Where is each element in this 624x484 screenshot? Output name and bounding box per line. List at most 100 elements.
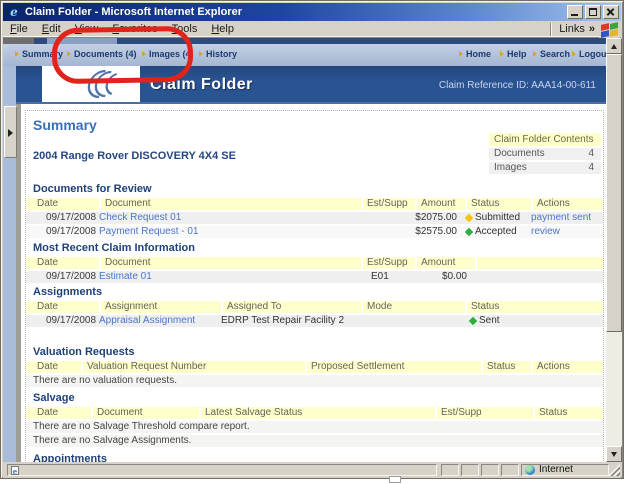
cell-mode <box>361 315 465 327</box>
contents-box-title: Claim Folder Contents <box>489 133 601 146</box>
toolbar-divider <box>550 22 553 36</box>
claim-folder-contents-box: Claim Folder Contents Documents 4 Images 4 <box>489 133 601 174</box>
section-heading-most-recent: Most Recent Claim Information <box>33 242 195 254</box>
ie-icon: e <box>10 5 18 19</box>
table-header-row: Date Valuation Request Number Proposed S… <box>26 361 603 373</box>
scroll-down-button[interactable] <box>606 446 622 462</box>
status-text: Accepted <box>475 226 517 237</box>
menu-edit[interactable]: Edit <box>35 22 68 36</box>
nav-arrow-icon <box>459 51 463 57</box>
action-link[interactable]: payment sent <box>531 212 591 223</box>
menu-view[interactable]: View <box>68 22 106 36</box>
close-button[interactable] <box>603 5 619 19</box>
menu-tools[interactable]: Tools <box>165 22 205 36</box>
status-message-panel: e <box>7 464 437 476</box>
window-title: Claim Folder - Microsoft Internet Explor… <box>25 6 242 18</box>
nav-arrow-icon <box>500 51 504 57</box>
menu-bar: File Edit View Favorites Tools Help Link… <box>3 20 621 38</box>
nav-bar: Summary Documents (4) Images (4) History… <box>3 44 610 66</box>
nav-images[interactable]: Images (4) <box>142 49 194 59</box>
cell-date: 09/17/2008 <box>46 212 97 223</box>
cell-est-supp: E01 <box>371 271 389 282</box>
cell-date: 09/17/2008 <box>46 271 97 282</box>
cell-amount: $2575.00 <box>415 226 457 237</box>
claim-reference-id: Claim Reference ID: AAA14-00-611 <box>438 80 596 91</box>
section-heading-documents-for-review: Documents for Review <box>33 183 152 195</box>
section-heading-assignments: Assignments <box>33 286 103 298</box>
table-row: 09/17/2008 Payment Request - 01 $2575.00… <box>26 226 603 238</box>
table-header-row: Date Document Est/Supp Amount Status Act… <box>26 198 603 210</box>
nav-documents[interactable]: Documents (4) <box>67 49 137 59</box>
security-zone-panel: Internet <box>521 464 609 476</box>
nav-logout[interactable]: Logout <box>572 49 610 59</box>
expand-arrow-icon <box>8 129 13 137</box>
table-row: 09/17/2008 Appraisal Assignment EDRP Tes… <box>26 315 603 327</box>
minimize-button[interactable] <box>567 5 583 19</box>
nav-arrow-icon <box>572 51 576 57</box>
status-text: Sent <box>479 315 500 326</box>
nav-arrow-icon <box>142 51 146 57</box>
scrollbar-thumb[interactable] <box>606 54 622 332</box>
document-link[interactable]: Estimate 01 <box>99 271 152 282</box>
table-row: 09/17/2008 Estimate 01 E01 $0.00 <box>26 271 603 283</box>
status-diamond-icon <box>465 227 474 237</box>
nav-arrow-icon <box>199 51 203 57</box>
status-cell <box>481 464 499 476</box>
document-link[interactable]: Payment Request - 01 <box>99 226 199 237</box>
nav-arrow-icon <box>67 51 71 57</box>
cell-date: 09/17/2008 <box>46 315 97 326</box>
section-heading-valuation-requests: Valuation Requests <box>33 346 135 358</box>
table-header-row: Date Assignment Assigned To Mode Status <box>26 301 603 313</box>
page-title: Summary <box>33 117 97 133</box>
page-icon: e <box>11 466 19 476</box>
status-cell <box>501 464 519 476</box>
resize-grip[interactable] <box>608 464 620 476</box>
menu-favorites[interactable]: Favorites <box>105 22 164 36</box>
title-bar[interactable]: e Claim Folder - Microsoft Internet Expl… <box>3 3 621 21</box>
nav-summary[interactable]: Summary <box>15 49 63 59</box>
contents-row-images: Images 4 <box>489 162 601 174</box>
assignment-link[interactable]: Appraisal Assignment <box>99 315 195 326</box>
internet-globe-icon <box>525 465 535 475</box>
logo-box <box>42 66 140 102</box>
banner-underline <box>3 102 606 104</box>
empty-message: There are no Salvage Assignments. <box>26 435 603 447</box>
panel-collapse-handle[interactable] <box>4 106 17 158</box>
cell-date: 09/17/2008 <box>46 226 97 237</box>
vertical-scrollbar[interactable] <box>606 38 622 462</box>
summary-content: Summary Claim Folder Contents Documents 4… <box>25 110 604 463</box>
table-row: 09/17/2008 Check Request 01 $2075.00 Sub… <box>26 212 603 224</box>
status-cell <box>441 464 459 476</box>
nav-arrow-icon <box>533 51 537 57</box>
nav-search[interactable]: Search <box>533 49 570 59</box>
scroll-up-button[interactable] <box>606 38 622 54</box>
menu-help[interactable]: Help <box>204 22 241 36</box>
status-text: Submitted <box>475 212 521 223</box>
empty-message: There are no Salvage Threshold compare r… <box>26 421 603 433</box>
nav-help[interactable]: Help <box>500 49 527 59</box>
arcs-logo-icon <box>87 69 117 99</box>
menu-file[interactable]: File <box>3 22 35 36</box>
contents-row-documents: Documents 4 <box>489 148 601 160</box>
status-bar: e Internet <box>3 462 621 478</box>
status-cell <box>461 464 479 476</box>
action-link[interactable]: review <box>531 226 560 237</box>
nav-history[interactable]: History <box>199 49 237 59</box>
maximize-button[interactable] <box>585 5 601 19</box>
nav-home[interactable]: Home <box>459 49 491 59</box>
app-title: Claim Folder <box>150 76 253 93</box>
selection-handle <box>389 476 401 483</box>
nav-arrow-icon <box>15 51 19 57</box>
windows-logo-icon <box>599 20 620 38</box>
table-header-row: Date Document Latest Salvage Status Est/… <box>26 407 603 419</box>
status-diamond-icon <box>468 316 478 326</box>
desktop-area <box>0 479 624 484</box>
links-toolbar[interactable]: Links <box>557 23 587 35</box>
section-heading-salvage: Salvage <box>33 392 75 404</box>
document-link[interactable]: Check Request 01 <box>99 212 181 223</box>
table-header-row: Date Document Est/Supp Amount <box>26 257 603 269</box>
links-chevron-icon[interactable]: » <box>587 23 599 35</box>
status-diamond-icon <box>465 213 474 223</box>
cell-amount: $2075.00 <box>415 212 457 223</box>
empty-message: There are no valuation requests. <box>26 375 603 387</box>
